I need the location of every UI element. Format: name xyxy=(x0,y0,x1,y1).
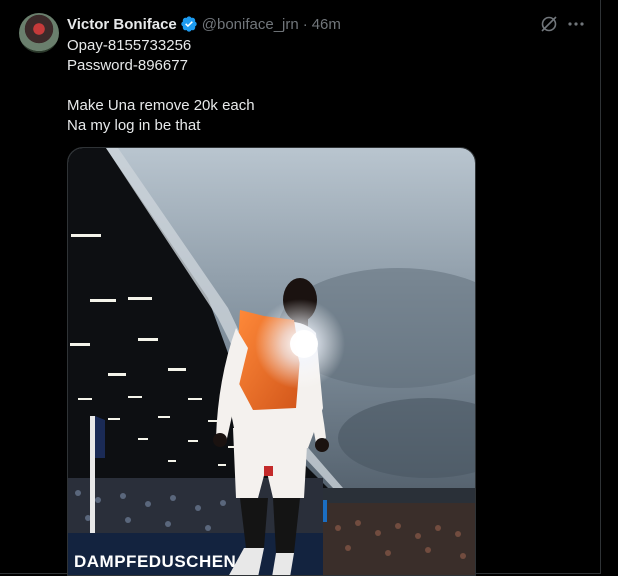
stadium-photo: DAMPFEDUSCHEN xyxy=(68,148,475,575)
separator-dot: · xyxy=(302,15,308,33)
tweet-header: Victor Boniface @boniface_jrn · 46m xyxy=(67,14,341,34)
tweet-text-line: Na my log in be that xyxy=(67,117,201,134)
ad-banner-text: DAMPFEDUSCHEN xyxy=(74,552,236,571)
author-name[interactable]: Victor Boniface xyxy=(67,16,177,33)
tweet-text: Opay-8155733256 Password-896677 Make Una… xyxy=(67,36,567,136)
verified-badge-icon xyxy=(181,16,197,32)
more-icon[interactable] xyxy=(566,14,586,34)
tweet-text-line: Make Una remove 20k each xyxy=(67,97,255,114)
avatar[interactable] xyxy=(19,13,59,53)
tweet-media-photo[interactable]: DAMPFEDUSCHEN xyxy=(67,147,476,576)
author-handle[interactable]: @boniface_jrn xyxy=(202,16,299,33)
timestamp[interactable]: 46m xyxy=(312,16,341,33)
grok-icon[interactable] xyxy=(539,14,559,34)
tweet-text-line: Password-896677 xyxy=(67,57,188,74)
tweet-text-line: Opay-8155733256 xyxy=(67,37,192,54)
